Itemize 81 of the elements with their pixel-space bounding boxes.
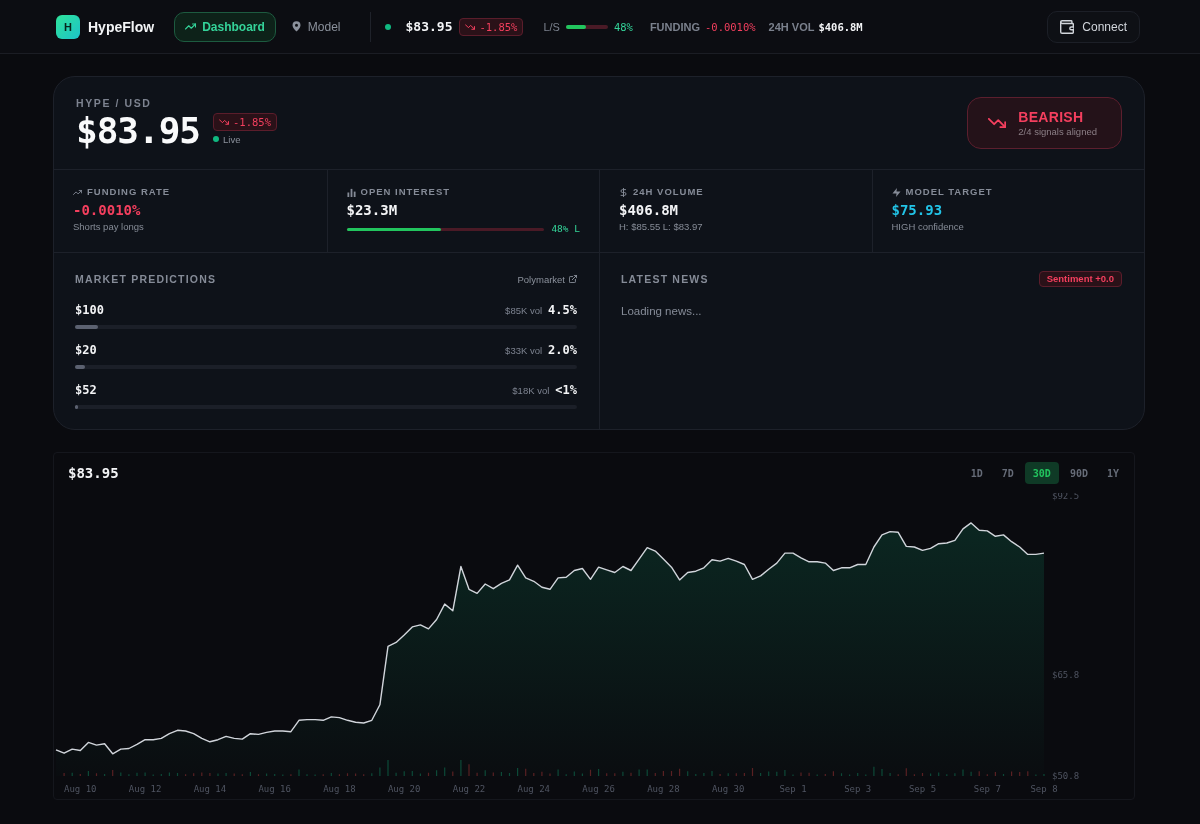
strike-price: $100 (75, 303, 104, 317)
x-axis-label: Aug 20 (387, 784, 421, 794)
stat-note: Shorts pay longs (73, 220, 145, 233)
stat-note: H: $85.55 L: $83.97 (619, 220, 704, 233)
stat-value: -0.0010% (73, 201, 142, 219)
pair-label: HYPE / USD (76, 96, 153, 109)
signal-detail: 2/4 signals aligned (1018, 126, 1097, 137)
volume-value: $406.8M (818, 20, 863, 33)
wallet-icon (1060, 19, 1075, 34)
signal-label: BEARISH (1018, 109, 1085, 125)
x-axis-label: Aug 26 (582, 784, 615, 794)
source-link[interactable]: Polymarket (517, 273, 577, 285)
stat-label: FUNDING RATE (87, 186, 171, 198)
x-axis-label: Sep 1 (779, 784, 807, 794)
market-volume: $18K vol (512, 385, 550, 396)
section-title: LATEST NEWS (621, 273, 709, 285)
stat-value: $23.3M (346, 201, 399, 219)
change-percent: -1.85% (233, 114, 271, 129)
timeframe-tab[interactable]: 7D (993, 462, 1022, 484)
trend-up-icon (185, 21, 197, 32)
market-volume: $33K vol (505, 345, 543, 356)
trend-up-icon (73, 187, 82, 197)
x-axis-label: Aug 22 (452, 784, 486, 794)
x-axis-label: Aug 12 (128, 784, 162, 794)
stat-label: MODEL TARGET (905, 186, 993, 198)
x-axis-label: Sep 5 (908, 784, 937, 794)
trend-down-icon (465, 23, 476, 30)
connect-button[interactable]: Connect (1047, 10, 1140, 43)
market-volume: $85K vol (505, 305, 543, 316)
live-label: Live (223, 133, 241, 145)
long-short-label: L/S (543, 20, 560, 33)
trend-down-icon (219, 118, 230, 125)
strike-price: $52 (75, 383, 97, 397)
x-axis-label: Sep 7 (973, 784, 1001, 794)
y-axis-label: $50.8 (1052, 771, 1080, 781)
stat-label: 24H VOLUME (633, 186, 704, 198)
news-status: Loading news... (621, 305, 703, 317)
strike-price: $20 (75, 343, 97, 357)
external-link-icon (569, 275, 577, 283)
app-logo: H (56, 14, 80, 39)
ticker-price: $83.95 (405, 19, 453, 34)
x-axis-label: Aug 28 (647, 784, 680, 794)
lightning-icon (891, 187, 901, 197)
nav-tab[interactable]: Model (279, 11, 352, 42)
section-title: MARKET PREDICTIONS (75, 273, 217, 285)
change-percent: -1.85% (479, 19, 518, 34)
stat-value: $75.93 (891, 201, 944, 219)
y-axis-label: $65.8 (1052, 670, 1080, 681)
x-axis-label: Aug 16 (258, 784, 291, 794)
stat-label: OPEN INTEREST (360, 186, 451, 198)
pin-icon (290, 21, 302, 32)
stat-value: $406.8M (619, 201, 679, 219)
market-probability: <1% (555, 383, 577, 397)
brand-name: HypeFlow (88, 18, 155, 35)
current-price: $83.95 (76, 111, 201, 150)
x-axis-label: Aug 24 (517, 784, 551, 794)
volume-label: 24H VOL (768, 20, 815, 33)
chart-price: $83.95 (68, 465, 119, 481)
funding-label: FUNDING (649, 20, 700, 33)
market-probability: 2.0% (548, 343, 577, 357)
timeframe-tab[interactable]: 30D (1024, 462, 1059, 484)
bar-chart-icon (346, 187, 356, 197)
funding-value: -0.0010% (705, 20, 756, 33)
x-axis-label: Aug 18 (323, 784, 356, 794)
sentiment-badge: Sentiment +0.0 (1038, 271, 1122, 287)
timeframe-tab[interactable]: 1Y (1098, 462, 1127, 484)
x-axis-label: Sep 3 (844, 784, 872, 794)
long-short-reading: 48% (613, 20, 633, 33)
long-ratio-reading: 48% L (551, 223, 580, 235)
x-axis-label: Aug 10 (64, 784, 97, 794)
stat-note: HIGH confidence (891, 220, 965, 233)
trend-down-icon (988, 118, 1007, 128)
y-axis-label: $92.5 (1052, 493, 1080, 501)
timeframe-tab[interactable]: 90D (1061, 462, 1096, 484)
x-axis-label: Aug 30 (711, 784, 745, 794)
x-axis-label: Sep 8 (1030, 784, 1058, 794)
timeframe-tab[interactable]: 1D (962, 462, 991, 484)
dollar-icon (619, 187, 628, 197)
nav-tab[interactable]: Dashboard (174, 11, 276, 42)
market-probability: 4.5% (548, 303, 577, 317)
x-axis-label: Aug 14 (193, 784, 227, 794)
